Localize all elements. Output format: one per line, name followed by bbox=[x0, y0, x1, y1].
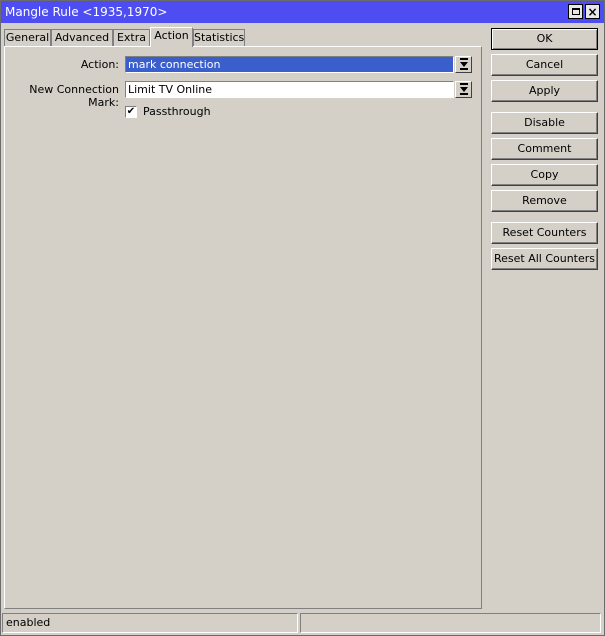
copy-button[interactable]: Copy bbox=[491, 164, 598, 186]
action-label: Action: bbox=[80, 58, 119, 71]
apply-button[interactable]: Apply bbox=[491, 80, 598, 102]
dropdown-arrow-icon bbox=[459, 58, 468, 70]
mangle-rule-window: Mangle Rule <1935,1970> × General Advanc… bbox=[0, 0, 605, 636]
status-bar: enabled bbox=[1, 613, 604, 635]
tab-statistics[interactable]: Statistics bbox=[193, 29, 245, 46]
dropdown-arrow-icon bbox=[459, 83, 468, 95]
tab-extra[interactable]: Extra bbox=[113, 29, 150, 46]
disable-button[interactable]: Disable bbox=[491, 112, 598, 134]
status-secondary bbox=[300, 613, 601, 633]
close-icon: × bbox=[587, 4, 598, 19]
checkmark-icon: ✔ bbox=[126, 106, 136, 117]
title-bar[interactable]: Mangle Rule <1935,1970> × bbox=[1, 1, 604, 23]
remove-button[interactable]: Remove bbox=[491, 190, 598, 212]
status-state: enabled bbox=[2, 613, 298, 633]
tab-advanced[interactable]: Advanced bbox=[51, 29, 113, 46]
action-dropdown-button[interactable] bbox=[455, 56, 472, 73]
passthrough-label[interactable]: Passthrough bbox=[143, 105, 211, 118]
tab-action[interactable]: Action bbox=[150, 27, 193, 47]
new-connection-mark-dropdown-button[interactable] bbox=[455, 81, 472, 98]
passthrough-checkbox[interactable]: ✔ bbox=[125, 106, 137, 118]
new-connection-mark-input[interactable]: Limit TV Online bbox=[125, 81, 454, 98]
new-connection-mark-label: New Connection Mark: bbox=[29, 83, 119, 109]
ok-button[interactable]: OK bbox=[491, 28, 598, 50]
tab-general[interactable]: General bbox=[4, 29, 51, 46]
reset-all-counters-button[interactable]: Reset All Counters bbox=[491, 248, 598, 270]
maximize-button[interactable] bbox=[568, 4, 583, 19]
close-button[interactable]: × bbox=[585, 4, 600, 19]
action-tab-panel: Action: mark connection New Connection M… bbox=[4, 46, 482, 609]
maximize-icon bbox=[571, 8, 580, 15]
cancel-button[interactable]: Cancel bbox=[491, 54, 598, 76]
reset-counters-button[interactable]: Reset Counters bbox=[491, 222, 598, 244]
comment-button[interactable]: Comment bbox=[491, 138, 598, 160]
action-select[interactable]: mark connection bbox=[125, 56, 454, 73]
window-title: Mangle Rule <1935,1970> bbox=[5, 5, 168, 19]
